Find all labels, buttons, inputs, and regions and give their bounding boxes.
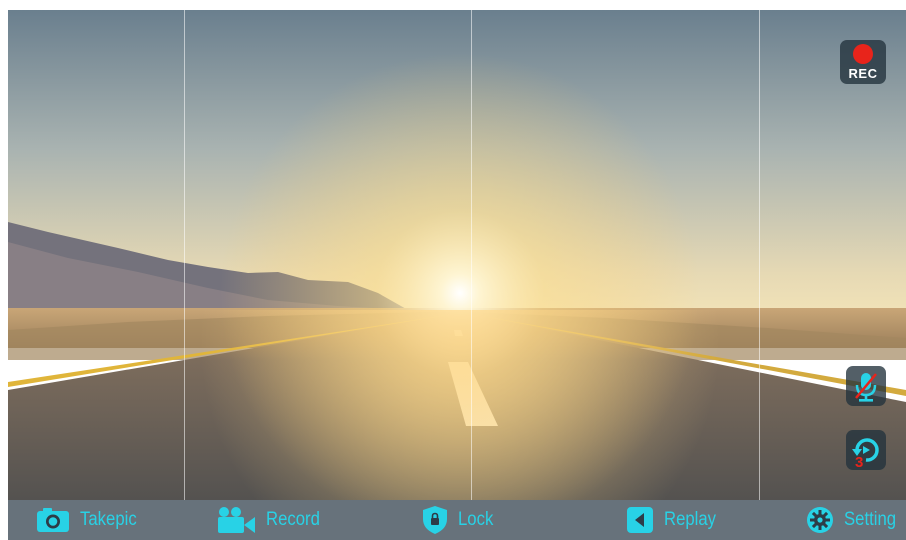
setting-button[interactable]: Setting [806, 500, 903, 540]
setting-label: Setting [844, 509, 897, 530]
rec-button[interactable]: REC [840, 40, 886, 84]
mic-mute-button[interactable] [846, 366, 886, 406]
camera-icon [37, 508, 69, 532]
record-button[interactable]: Record [216, 500, 327, 540]
grid-line [759, 10, 760, 500]
timer-button[interactable]: 3 [846, 430, 886, 471]
timer-replay-icon: 3 [852, 438, 879, 471]
record-label: Record [266, 509, 320, 530]
gear-icon [807, 507, 833, 533]
grid-line [471, 10, 472, 500]
dashcam-screen: REC 3 Takepic Record Lock Replay Setting [8, 10, 906, 540]
replay-label: Replay [664, 509, 717, 530]
video-camera-icon [218, 507, 255, 533]
mic-muted-icon [855, 373, 877, 402]
replay-button[interactable]: Replay [626, 500, 723, 540]
live-camera-view [8, 10, 906, 500]
lock-button[interactable]: Lock [422, 500, 498, 540]
play-square-icon [627, 507, 653, 533]
takepic-button[interactable]: Takepic [36, 500, 144, 540]
lock-label: Lock [458, 509, 494, 530]
record-dot-icon [853, 44, 873, 64]
shield-lock-icon [423, 506, 447, 534]
grid-line [184, 10, 185, 500]
takepic-label: Takepic [80, 509, 137, 530]
rec-label: REC [848, 66, 878, 81]
bottom-toolbar: Takepic Record Lock Replay Setting [8, 500, 906, 540]
timer-value: 3 [855, 454, 863, 470]
